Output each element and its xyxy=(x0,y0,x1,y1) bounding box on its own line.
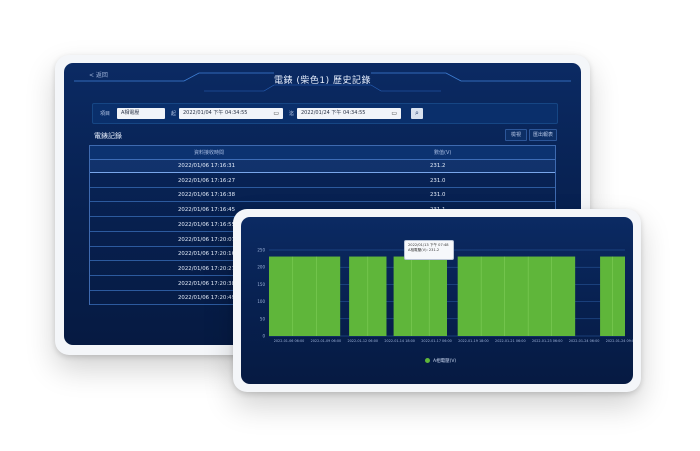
x-tick-label: 2022-01-12 06:00 xyxy=(347,339,378,343)
cell-time: 2022/01/06 17:20:16 xyxy=(178,251,235,258)
column-header-time: 資料接收時間 xyxy=(194,150,225,156)
end-date-value: 2022/01/24 下午 04:34:55 xyxy=(301,110,366,116)
x-tick-label: 2022-01-09 06:00 xyxy=(311,339,342,343)
legend-swatch xyxy=(425,358,430,363)
tooltip-label: A相電壓(V) xyxy=(408,248,427,252)
start-date-input[interactable]: 2022/01/04 下午 04:34:55 ▭ xyxy=(179,108,283,119)
table-row[interactable]: 2022/01/06 17:16:31 231.2 xyxy=(90,159,555,173)
x-tick-label: 2022-01-19 18:00 xyxy=(458,339,489,343)
cell-time: 2022/01/06 17:20:27 xyxy=(178,265,235,272)
y-tick-label: 100 xyxy=(257,299,265,304)
filter-bar: 項目 A相電壓 起 2022/01/04 下午 04:34:55 ▭ 迄 202… xyxy=(92,103,558,124)
cell-time: 2022/01/06 17:20:49 xyxy=(178,295,235,302)
calendar-icon[interactable]: ▭ xyxy=(273,108,279,119)
x-tick-label: 2022-01-14 18:00 xyxy=(384,339,415,343)
x-tick-label: 2022-01-21 06:00 xyxy=(495,339,526,343)
table-row[interactable]: 2022/01/06 17:16:27 231.0 xyxy=(90,174,555,188)
chart-screen: 250 200 150 100 50 0 2022-01-06 06:00 2022-01-0… xyxy=(241,217,633,384)
page-title: 電錶 (柴色1) 歷史記錄 xyxy=(274,76,371,86)
area-segment xyxy=(393,256,447,336)
from-label: 起 xyxy=(171,111,177,117)
x-tick-label: 2022-01-23 06:00 xyxy=(532,339,563,343)
cell-value: 231.0 xyxy=(430,177,446,184)
search-button[interactable]: ⌕ xyxy=(411,108,423,119)
cell-value: 231.0 xyxy=(430,192,446,199)
legend-label: A相電壓(V) xyxy=(433,359,457,364)
section-title: 電錶記錄 xyxy=(94,132,122,140)
cell-time: 2022/01/06 17:16:31 xyxy=(178,163,235,169)
to-label: 迄 xyxy=(289,111,295,117)
calendar-icon[interactable]: ▭ xyxy=(391,108,397,119)
tooltip-value: 231.2 xyxy=(428,248,440,252)
cell-time: 2022/01/06 17:16:27 xyxy=(178,177,235,184)
view-button[interactable]: 檢視 xyxy=(505,129,527,141)
cell-value: 231.2 xyxy=(430,163,446,169)
end-date-input[interactable]: 2022/01/24 下午 04:34:55 ▭ xyxy=(297,108,401,119)
y-tick-label: 150 xyxy=(257,282,265,287)
item-select[interactable]: A相電壓 xyxy=(117,108,165,119)
column-header-value: 數值(V) xyxy=(434,150,452,156)
y-tick-label: 200 xyxy=(257,265,265,270)
x-tick-label: 2022-01-06 06:00 xyxy=(274,339,305,343)
x-tick-label: 2022-01-24 09:00 xyxy=(606,339,633,343)
y-tick-label: 0 xyxy=(262,334,265,339)
chart-legend[interactable]: A相電壓(V) xyxy=(425,358,456,364)
tablet-frame-front: 250 200 150 100 50 0 2022-01-06 06:00 2022-01-0… xyxy=(233,209,641,392)
y-tick-label: 250 xyxy=(257,248,265,253)
search-icon: ⌕ xyxy=(415,109,419,117)
cell-time: 2022/01/06 17:16:55 xyxy=(178,221,235,228)
cell-time: 2022/01/06 17:16:45 xyxy=(178,207,235,214)
chart-tooltip: 2022/01/13 下午 07:48 A相電壓(V): 231.2 xyxy=(404,240,454,260)
cell-time: 2022/01/06 17:16:38 xyxy=(178,192,235,199)
area-segment xyxy=(269,256,341,336)
x-tick-label: 2022-01-17 06:00 xyxy=(421,339,452,343)
y-tick-label: 50 xyxy=(260,316,266,321)
x-tick-label: 2022-01-24 06:00 xyxy=(569,339,600,343)
table-header: 資料接收時間 數值(V) xyxy=(90,146,555,160)
cell-time: 2022/01/06 17:20:38 xyxy=(178,280,235,287)
area-segment xyxy=(457,256,576,336)
table-row[interactable]: 2022/01/06 17:16:38 231.0 xyxy=(90,188,555,203)
item-label: 項目 xyxy=(100,111,111,117)
export-report-button[interactable]: 匯出報表 xyxy=(529,129,557,141)
start-date-value: 2022/01/04 下午 04:34:55 xyxy=(183,110,248,116)
cell-time: 2022/01/06 17:20:07 xyxy=(178,236,235,243)
